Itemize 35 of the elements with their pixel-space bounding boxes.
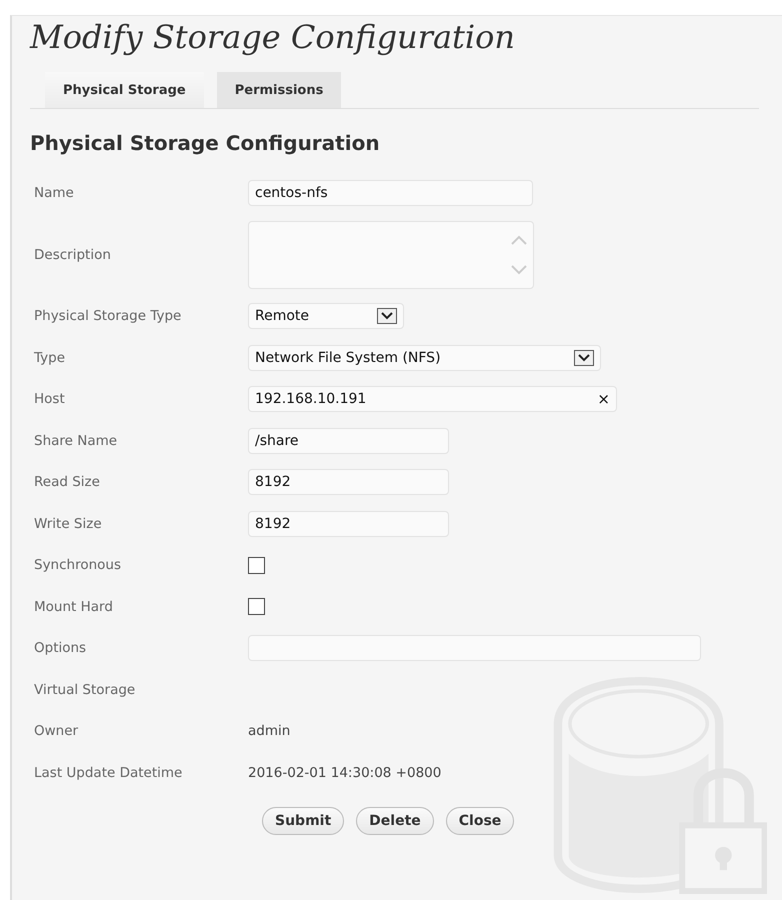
text-field[interactable]: 192.168.10.191 × — [248, 386, 617, 412]
field-label: Share Name — [33, 432, 118, 449]
chevron-down-icon — [377, 308, 397, 324]
field-label: Type — [33, 350, 66, 366]
clear-icon[interactable]: × — [597, 390, 610, 408]
dropdown[interactable]: Remote — [248, 303, 404, 330]
field-label: Mount Hard — [33, 598, 114, 615]
field-label: Description — [33, 246, 112, 262]
chevron-down-icon — [574, 350, 594, 366]
text-field[interactable] — [248, 635, 701, 662]
tab[interactable]: Permissions — [216, 72, 342, 108]
dropdown[interactable]: Network File System (NFS) — [248, 344, 601, 371]
text-field[interactable]: /share — [248, 428, 449, 454]
field-label: Physical Storage Type — [33, 308, 182, 324]
checkbox[interactable] — [248, 598, 265, 616]
field-label: Virtual Storage — [33, 682, 136, 698]
field-label: Synchronous — [33, 557, 122, 574]
form-button[interactable]: Submit — [262, 806, 344, 834]
field-label: Last Update Datetime — [33, 764, 184, 781]
field-label: Write Size — [33, 516, 103, 532]
field-label: Read Size — [33, 474, 101, 490]
text-field[interactable]: centos-nfs — [248, 180, 533, 206]
page-title: Modify Storage Configuration — [30, 17, 516, 56]
text-field[interactable]: 8192 — [248, 469, 449, 496]
checkbox[interactable] — [248, 556, 265, 574]
form-button[interactable]: Close — [446, 806, 514, 834]
field-label: Name — [33, 184, 75, 201]
field-value: admin — [248, 723, 290, 740]
field-value: 2016-02-01 14:30:08 +0800 — [248, 764, 442, 781]
text-field[interactable]: 8192 — [248, 510, 449, 537]
field-label: Options — [33, 640, 88, 656]
section-title: Physical Storage Configuration — [30, 131, 381, 155]
field-label: Host — [33, 391, 66, 408]
form-button[interactable]: Delete — [356, 806, 434, 834]
field-label: Owner — [33, 723, 80, 740]
